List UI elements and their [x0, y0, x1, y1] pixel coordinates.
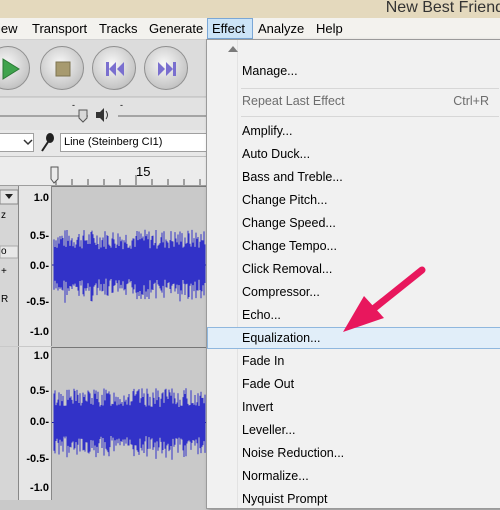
chevron-down-icon — [23, 139, 33, 146]
menu-item-change-speed[interactable]: Change Speed... — [207, 212, 500, 234]
device-toolbar: Line (Steinberg CI1) — [0, 130, 210, 157]
skip-to-start-icon — [106, 62, 124, 76]
menu-transport[interactable]: Transport — [28, 18, 91, 39]
menu-item-auto-duck[interactable]: Auto Duck... — [207, 143, 500, 165]
menu-help[interactable]: Help — [312, 18, 347, 39]
menu-view[interactable]: iew — [0, 18, 22, 39]
volume-toolbar: - - — [0, 97, 206, 131]
menu-item-bass-and-treble[interactable]: Bass and Treble... — [207, 166, 500, 188]
svg-text:-: - — [72, 100, 75, 110]
skip-to-start-button[interactable] — [92, 46, 136, 90]
amp-label: 0.5- — [30, 385, 49, 397]
menu-separator — [241, 116, 499, 117]
amp-label: -1.0 — [30, 482, 49, 494]
track-control-panel[interactable] — [0, 347, 19, 500]
waveform-track-1[interactable] — [52, 186, 206, 347]
menu-item-fade-out[interactable]: Fade Out — [207, 373, 500, 395]
pan-plus-label[interactable]: + — [1, 266, 7, 277]
scroll-up-arrow-icon[interactable] — [223, 42, 243, 56]
waveform — [52, 229, 206, 303]
timeline-ruler[interactable]: 15 — [0, 157, 206, 186]
stop-icon — [55, 61, 71, 77]
waveform-track-2[interactable] — [52, 347, 206, 501]
amp-label: 0.0- — [30, 260, 49, 272]
ruler-tick-label: 15 — [136, 164, 151, 179]
pan-r-label[interactable]: R — [1, 294, 8, 305]
transport-toolbar — [0, 40, 206, 96]
host-select[interactable] — [0, 133, 34, 152]
amp-label: -0.5- — [26, 453, 49, 465]
track-mute-label[interactable]: o — [1, 246, 7, 257]
menu-item-change-pitch[interactable]: Change Pitch... — [207, 189, 500, 211]
amp-label: -1.0 — [30, 326, 49, 338]
amp-label: 0.0- — [30, 416, 49, 428]
skip-to-end-icon — [158, 62, 176, 76]
menu-item-manage[interactable]: Manage... — [207, 60, 500, 82]
menu-separator — [241, 88, 499, 89]
menu-item-normalize[interactable]: Normalize... — [207, 465, 500, 487]
menu-item-echo[interactable]: Echo... — [207, 304, 500, 326]
amp-label: 1.0 — [33, 192, 49, 204]
menu-item-invert[interactable]: Invert — [207, 396, 500, 418]
speaker-icon — [96, 108, 108, 122]
menu-item-amplify[interactable]: Amplify... — [207, 120, 500, 142]
track-z-label: z — [1, 210, 6, 221]
menu-item-equalization[interactable]: Equalization... — [207, 327, 500, 349]
playback-volume-slider[interactable]: - - — [0, 98, 206, 130]
title-bar: New Best Friend — [0, 0, 500, 18]
amp-label: -0.5- — [26, 296, 49, 308]
stop-button[interactable] — [40, 46, 84, 90]
waveform — [52, 388, 206, 460]
track-control-panel[interactable]: z o + R — [0, 186, 19, 346]
menu-item-repeat-last-effect: Repeat Last Effect Ctrl+R — [242, 94, 489, 108]
svg-text:-: - — [120, 100, 123, 110]
amp-label: 1.0 — [33, 350, 49, 362]
menu-item-nyquist-prompt[interactable]: Nyquist Prompt — [207, 488, 500, 510]
playhead-icon — [50, 166, 59, 184]
menu-item-click-removal[interactable]: Click Removal... — [207, 258, 500, 280]
menu-item-noise-reduction[interactable]: Noise Reduction... — [207, 442, 500, 464]
menu-generate[interactable]: Generate — [145, 18, 207, 39]
window-title: New Best Friend — [385, 0, 500, 16]
play-button[interactable] — [0, 46, 30, 90]
microphone-icon — [41, 133, 54, 152]
play-icon — [2, 58, 20, 80]
menu-item-leveller[interactable]: Leveller... — [207, 419, 500, 441]
amplitude-ruler: 1.0 0.5- 0.0- -0.5- -1.0 — [19, 347, 52, 500]
menu-item-fade-in[interactable]: Fade In — [207, 350, 500, 372]
menu-effect[interactable]: Effect — [207, 18, 253, 39]
menu-analyze[interactable]: Analyze — [254, 18, 308, 39]
amp-label: 0.5- — [30, 230, 49, 242]
menu-item-change-tempo[interactable]: Change Tempo... — [207, 235, 500, 257]
skip-to-end-button[interactable] — [144, 46, 188, 90]
menu-bar: iew Transport Tracks Generate Effect Ana… — [0, 18, 500, 40]
menu-tracks[interactable]: Tracks — [95, 18, 142, 39]
amplitude-ruler: 1.0 0.5- 0.0- -0.5- -1.0 — [19, 186, 52, 346]
menu-item-compressor[interactable]: Compressor... — [207, 281, 500, 303]
recording-device-select[interactable]: Line (Steinberg CI1) — [60, 133, 210, 152]
effect-menu: Manage... Repeat Last Effect Ctrl+R Ampli… — [206, 39, 500, 509]
